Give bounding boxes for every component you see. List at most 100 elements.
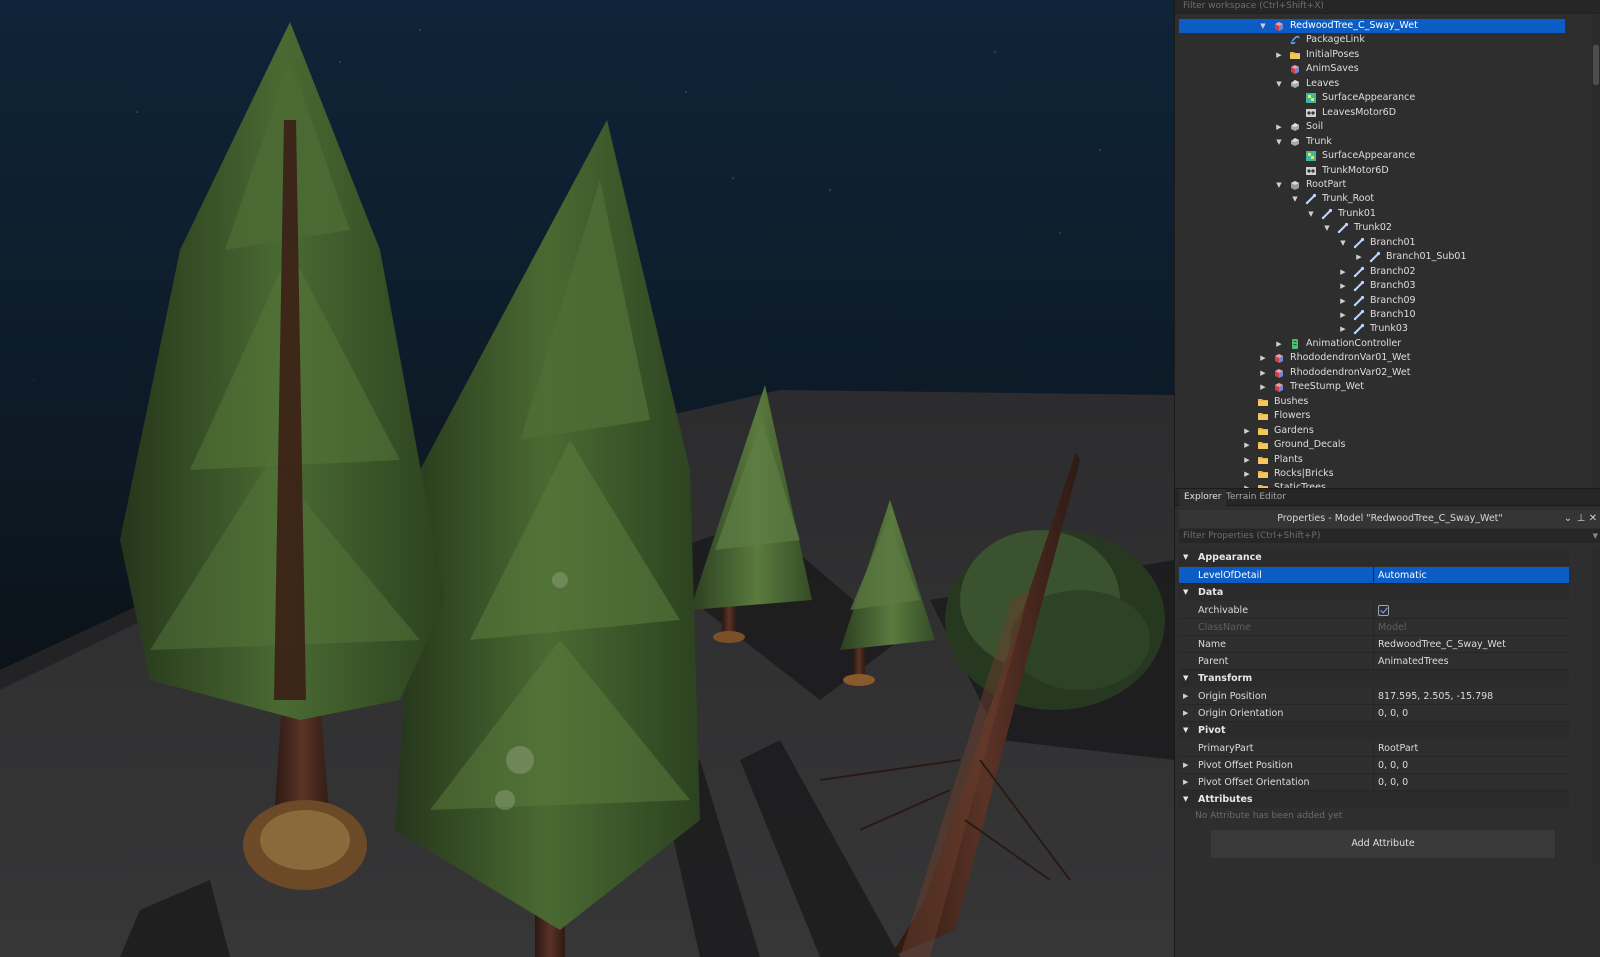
column-divider[interactable]: [1373, 757, 1374, 773]
chevron-down-icon[interactable]: ▼: [1257, 19, 1269, 33]
tree-item[interactable]: ▼ Trunk_Root: [1179, 192, 1565, 206]
column-divider[interactable]: [1373, 705, 1374, 721]
archivable-checkbox[interactable]: [1378, 605, 1389, 616]
tree-item[interactable]: ▼ Branch01: [1179, 236, 1565, 250]
chevron-down-icon[interactable]: ▼: [1273, 178, 1285, 192]
properties-scrollbar[interactable]: [1592, 549, 1600, 864]
chevron-right-icon[interactable]: ▶: [1337, 308, 1349, 322]
tree-item[interactable]: ▶ Soil: [1179, 120, 1565, 134]
chevron-right-icon[interactable]: ▶: [1273, 337, 1285, 351]
property-value[interactable]: 0, 0, 0: [1378, 705, 1408, 722]
chevron-right-icon[interactable]: ▶: [1337, 294, 1349, 308]
tree-item[interactable]: ▼ Trunk01: [1179, 207, 1565, 221]
chevron-right-icon[interactable]: ▶: [1183, 774, 1188, 791]
tree-item[interactable]: SurfaceAppearance: [1179, 91, 1565, 105]
tree-item[interactable]: ▶ Rocks|Bricks: [1179, 467, 1565, 481]
chevron-down-icon[interactable]: ▼: [1183, 549, 1188, 566]
column-divider[interactable]: [1373, 619, 1374, 635]
properties-filter-input[interactable]: Filter Properties (Ctrl+Shift+P) ▼: [1179, 529, 1600, 543]
scrollbar-thumb[interactable]: [1593, 45, 1599, 85]
chevron-right-icon[interactable]: ▶: [1337, 265, 1349, 279]
property-value[interactable]: RootPart: [1378, 740, 1418, 757]
add-attribute-button[interactable]: Add Attribute: [1211, 830, 1555, 858]
property-value[interactable]: 817.595, 2.505, -15.798: [1378, 688, 1493, 705]
chevron-down-icon[interactable]: ▼: [1337, 236, 1349, 250]
property-row[interactable]: Name RedwoodTree_C_Sway_Wet: [1179, 636, 1569, 653]
tree-item[interactable]: ▶ AnimationController: [1179, 337, 1565, 351]
tree-item[interactable]: ▼ Trunk: [1179, 135, 1565, 149]
chevron-right-icon[interactable]: ▶: [1183, 757, 1188, 774]
property-row[interactable]: ▶ Pivot Offset Orientation 0, 0, 0: [1179, 774, 1569, 791]
tree-item[interactable]: ▶ TreeStump_Wet: [1179, 380, 1565, 394]
chevron-right-icon[interactable]: ▶: [1273, 48, 1285, 62]
close-icon[interactable]: ✕: [1587, 510, 1599, 528]
property-category[interactable]: ▼ Attributes: [1179, 791, 1569, 808]
chevron-right-icon[interactable]: ▶: [1241, 424, 1253, 438]
tab-explorer[interactable]: Explorer: [1179, 489, 1227, 506]
chevron-down-icon[interactable]: ▼: [1305, 207, 1317, 221]
property-row[interactable]: ▶ Origin Position 817.595, 2.505, -15.798: [1179, 688, 1569, 705]
chevron-right-icon[interactable]: ▶: [1337, 279, 1349, 293]
tree-item[interactable]: ▶ Branch10: [1179, 308, 1565, 322]
chevron-down-icon[interactable]: ⌄: [1562, 510, 1574, 528]
tree-item[interactable]: ▶ RhododendronVar02_Wet: [1179, 366, 1565, 380]
column-divider[interactable]: [1373, 740, 1374, 756]
chevron-right-icon[interactable]: ▶: [1353, 250, 1365, 264]
chevron-right-icon[interactable]: ▶: [1257, 380, 1269, 394]
chevron-right-icon[interactable]: ▶: [1257, 366, 1269, 380]
tree-item[interactable]: LeavesMotor6D: [1179, 106, 1565, 120]
property-category[interactable]: ▼ Pivot: [1179, 722, 1569, 739]
tree-item[interactable]: ▼ Trunk02: [1179, 221, 1565, 235]
tab-terrain-editor[interactable]: Terrain Editor: [1221, 489, 1291, 506]
chevron-right-icon[interactable]: ▶: [1183, 688, 1188, 705]
explorer-filter-input[interactable]: Filter workspace (Ctrl+Shift+X): [1175, 0, 1600, 14]
tree-item[interactable]: SurfaceAppearance: [1179, 149, 1565, 163]
property-row[interactable]: PrimaryPart RootPart: [1179, 740, 1569, 757]
chevron-right-icon[interactable]: ▶: [1241, 438, 1253, 452]
chevron-right-icon[interactable]: ▶: [1273, 120, 1285, 134]
column-divider[interactable]: [1373, 602, 1374, 618]
pin-icon[interactable]: ⊥: [1575, 510, 1587, 528]
chevron-right-icon[interactable]: ▶: [1241, 453, 1253, 467]
tree-item[interactable]: TrunkMotor6D: [1179, 164, 1565, 178]
property-value[interactable]: RedwoodTree_C_Sway_Wet: [1378, 636, 1506, 653]
chevron-down-icon[interactable]: ▼: [1593, 529, 1598, 543]
tree-item[interactable]: ▶ Branch03: [1179, 279, 1565, 293]
property-row[interactable]: ▶ Origin Orientation 0, 0, 0: [1179, 705, 1569, 722]
property-row[interactable]: ▶ Pivot Offset Position 0, 0, 0: [1179, 757, 1569, 774]
chevron-right-icon[interactable]: ▶: [1257, 351, 1269, 365]
property-row[interactable]: ClassName Model: [1179, 619, 1569, 636]
tree-item[interactable]: ▶ Branch09: [1179, 294, 1565, 308]
chevron-down-icon[interactable]: ▼: [1183, 722, 1188, 739]
explorer-tree[interactable]: ▼ RedwoodTree_C_Sway_Wet PackageLink ▶ Initi…: [1175, 15, 1600, 488]
tree-item[interactable]: Bushes: [1179, 395, 1565, 409]
explorer-scrollbar[interactable]: [1592, 15, 1600, 488]
tree-item[interactable]: ▶ InitialPoses: [1179, 48, 1565, 62]
property-category[interactable]: ▼ Appearance: [1179, 549, 1569, 566]
tree-item[interactable]: ▼ Leaves: [1179, 77, 1565, 91]
property-category[interactable]: ▼ Transform: [1179, 670, 1569, 687]
tree-item[interactable]: PackageLink: [1179, 33, 1565, 47]
property-row[interactable]: Archivable: [1179, 602, 1569, 619]
tree-item[interactable]: ▶ Trunk03: [1179, 322, 1565, 336]
chevron-down-icon[interactable]: ▼: [1321, 221, 1333, 235]
tree-item[interactable]: ▶ StaticTrees: [1179, 481, 1565, 488]
column-divider[interactable]: [1373, 774, 1374, 790]
chevron-right-icon[interactable]: ▶: [1337, 322, 1349, 336]
chevron-down-icon[interactable]: ▼: [1183, 584, 1188, 601]
chevron-down-icon[interactable]: ▼: [1273, 135, 1285, 149]
property-value[interactable]: 0, 0, 0: [1378, 757, 1408, 774]
tree-item[interactable]: ▶ Plants: [1179, 453, 1565, 467]
property-row[interactable]: Parent AnimatedTrees: [1179, 653, 1569, 670]
property-value[interactable]: 0, 0, 0: [1378, 774, 1408, 791]
chevron-right-icon[interactable]: ▶: [1241, 481, 1253, 488]
property-value[interactable]: Automatic: [1378, 567, 1427, 584]
column-divider[interactable]: [1373, 688, 1374, 704]
chevron-down-icon[interactable]: ▼: [1289, 192, 1301, 206]
chevron-right-icon[interactable]: ▶: [1241, 467, 1253, 481]
column-divider[interactable]: [1373, 636, 1374, 652]
tree-item[interactable]: ▶ Gardens: [1179, 424, 1565, 438]
chevron-right-icon[interactable]: ▶: [1183, 705, 1188, 722]
tree-item[interactable]: AnimSaves: [1179, 62, 1565, 76]
property-row[interactable]: LevelOfDetail Automatic: [1179, 567, 1569, 584]
